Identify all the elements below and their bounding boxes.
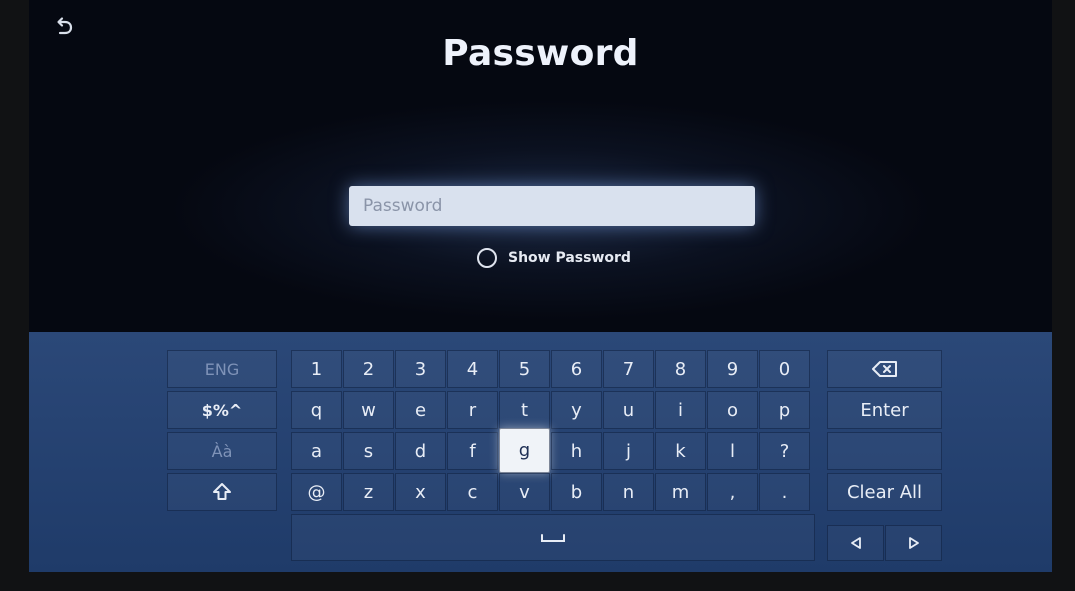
key-q-8[interactable]: o <box>707 391 758 429</box>
key-a-9[interactable]: ? <box>759 432 810 470</box>
key-q-1[interactable]: w <box>343 391 394 429</box>
key-z-0[interactable]: @ <box>291 473 342 511</box>
backspace-key[interactable] <box>827 350 942 388</box>
left-arrow-icon <box>850 537 861 549</box>
show-password-radio[interactable] <box>477 248 497 268</box>
key-q-3[interactable]: r <box>447 391 498 429</box>
right-arrow-icon <box>908 537 919 549</box>
key-num-3[interactable]: 4 <box>447 350 498 388</box>
key-z-9[interactable]: . <box>759 473 810 511</box>
key-num-6[interactable]: 7 <box>603 350 654 388</box>
on-screen-keyboard: ENG $%^ Àà Enter Clear All 1 2 3 4 5 6 7… <box>29 332 1052 572</box>
blank-key[interactable] <box>827 432 942 470</box>
shift-icon <box>213 483 231 500</box>
key-z-4[interactable]: v <box>499 473 550 511</box>
show-password-label: Show Password <box>508 250 631 266</box>
show-password-toggle[interactable]: Show Password <box>477 248 631 268</box>
key-num-7[interactable]: 8 <box>655 350 706 388</box>
key-q-0[interactable]: q <box>291 391 342 429</box>
key-a-4[interactable]: g <box>499 428 550 473</box>
key-q-5[interactable]: y <box>551 391 602 429</box>
key-num-1[interactable]: 2 <box>343 350 394 388</box>
cursor-right-key[interactable] <box>885 525 942 561</box>
enter-key[interactable]: Enter <box>827 391 942 429</box>
key-a-6[interactable]: j <box>603 432 654 470</box>
key-a-2[interactable]: d <box>395 432 446 470</box>
key-num-2[interactable]: 3 <box>395 350 446 388</box>
key-z-5[interactable]: b <box>551 473 602 511</box>
key-num-0[interactable]: 1 <box>291 350 342 388</box>
key-z-2[interactable]: x <box>395 473 446 511</box>
key-num-5[interactable]: 6 <box>551 350 602 388</box>
key-num-9[interactable]: 0 <box>759 350 810 388</box>
key-a-5[interactable]: h <box>551 432 602 470</box>
language-key[interactable]: ENG <box>167 350 277 388</box>
key-a-7[interactable]: k <box>655 432 706 470</box>
key-q-9[interactable]: p <box>759 391 810 429</box>
space-icon <box>541 533 565 542</box>
space-key[interactable] <box>291 514 815 561</box>
shift-key[interactable] <box>167 473 277 511</box>
screen: Password Show Password ENG $%^ Àà Enter … <box>29 0 1052 572</box>
key-a-8[interactable]: l <box>707 432 758 470</box>
key-a-0[interactable]: a <box>291 432 342 470</box>
key-z-7[interactable]: m <box>655 473 706 511</box>
page-title: Password <box>442 33 639 74</box>
cursor-left-key[interactable] <box>827 525 884 561</box>
key-z-1[interactable]: z <box>343 473 394 511</box>
key-z-3[interactable]: c <box>447 473 498 511</box>
clear-all-key[interactable]: Clear All <box>827 473 942 511</box>
password-input[interactable] <box>349 186 755 226</box>
accent-key[interactable]: Àà <box>167 432 277 470</box>
backspace-icon <box>871 361 897 377</box>
key-q-7[interactable]: i <box>655 391 706 429</box>
key-a-3[interactable]: f <box>447 432 498 470</box>
key-q-6[interactable]: u <box>603 391 654 429</box>
key-q-2[interactable]: e <box>395 391 446 429</box>
key-num-4[interactable]: 5 <box>499 350 550 388</box>
key-q-4[interactable]: t <box>499 391 550 429</box>
key-num-8[interactable]: 9 <box>707 350 758 388</box>
symbols-key[interactable]: $%^ <box>167 391 277 429</box>
key-z-8[interactable]: , <box>707 473 758 511</box>
key-a-1[interactable]: s <box>343 432 394 470</box>
key-z-6[interactable]: n <box>603 473 654 511</box>
